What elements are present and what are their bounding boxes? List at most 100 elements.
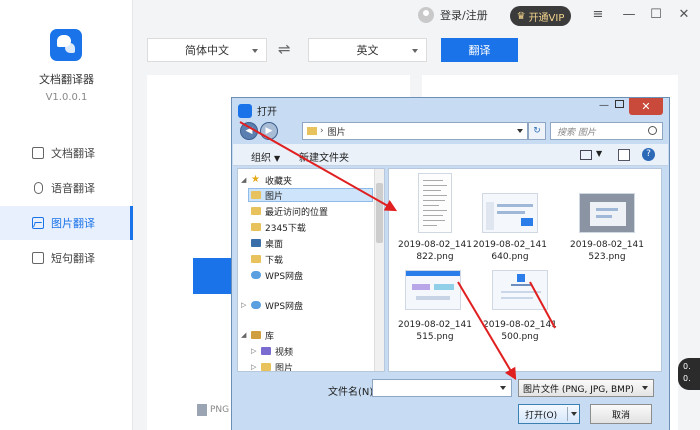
tree-item-wps-cloud[interactable]: WPS网盘 [251, 268, 303, 282]
tree-item-favorites[interactable]: ◢ ★ 收藏夹 [241, 173, 292, 187]
login-label: 登录/注册 [440, 9, 488, 22]
maximize-button[interactable]: ☐ [648, 6, 664, 24]
expand-icon[interactable]: ◢ [241, 176, 249, 184]
file-thumbnail[interactable] [579, 193, 635, 233]
file-type-select[interactable]: 图片文件 (PNG, JPG, BMP) [518, 379, 654, 397]
sidebar-item-sentence-translate[interactable]: 短句翻译 [0, 241, 133, 275]
file-name[interactable]: 2019-08-02_141 640.png [470, 239, 550, 263]
sidebar-item-document-translate[interactable]: 文档翻译 [0, 136, 133, 170]
sidebar-item-image-translate[interactable]: 图片翻译 [0, 206, 133, 240]
source-language-select[interactable]: 简体中文 [147, 38, 267, 62]
back-arrow-icon[interactable]: ◀ [240, 122, 258, 140]
tree-item-label: 视频 [275, 347, 294, 358]
file-type-label: PNG [210, 405, 230, 415]
file-name[interactable]: 2019-08-02_141 523.png [567, 239, 647, 263]
source-language-value: 简体中文 [185, 44, 229, 57]
refresh-icon[interactable]: ↻ [528, 122, 546, 140]
tree-item-videos[interactable]: ▷ 视频 [251, 344, 293, 358]
chevron-down-icon [517, 129, 523, 133]
tree-item-recent[interactable]: 最近访问的位置 [251, 204, 328, 218]
view-dropdown-icon[interactable]: ▼ [596, 149, 602, 158]
app-logo-icon [50, 29, 82, 61]
target-language-select[interactable]: 英文 [308, 38, 427, 62]
menu-button[interactable]: ≡ [590, 6, 606, 24]
tree-item-label: WPS网盘 [265, 301, 304, 312]
side-badge-line: 0. [683, 374, 691, 383]
expand-icon[interactable]: ▷ [241, 301, 249, 309]
image-icon [32, 217, 44, 229]
scrollbar-thumb[interactable] [376, 183, 383, 243]
upload-button[interactable] [193, 258, 233, 294]
tree-item-label: 图片 [275, 363, 294, 372]
tree-scrollbar[interactable] [374, 169, 384, 371]
file-thumbnail[interactable] [405, 270, 461, 310]
organize-menu[interactable]: 组织 ▼ [251, 149, 280, 164]
file-icon [197, 404, 207, 416]
tree-item-label: 下载 [265, 255, 284, 266]
star-icon: ★ [251, 174, 260, 185]
tree-item-libraries[interactable]: ◢ 库 [241, 328, 274, 342]
preview-pane-icon[interactable] [618, 149, 630, 161]
library-icon [251, 331, 261, 339]
tree-item-downloads[interactable]: 下载 [251, 252, 283, 266]
file-list: 2019-08-02_141 822.png 2019-08-02_141 64… [388, 168, 662, 372]
sidebar-item-label: 图片翻译 [51, 217, 95, 230]
expand-icon[interactable]: ▷ [251, 347, 259, 355]
chevron-down-icon[interactable] [567, 407, 579, 421]
address-bar[interactable]: › 图片 [302, 122, 528, 140]
file-name-line: 640.png [491, 252, 529, 262]
folder-icon [261, 363, 271, 371]
file-thumbnail[interactable] [492, 270, 548, 310]
dialog-close-button[interactable]: ✕ [629, 98, 663, 115]
forward-arrow-icon[interactable]: ▶ [260, 122, 278, 140]
side-badge[interactable]: 0. 0. [678, 358, 700, 390]
tree-item-desktop[interactable]: 桌面 [251, 236, 283, 250]
app-logo-icon [238, 103, 252, 118]
dialog-maximize-icon[interactable] [615, 100, 624, 108]
help-icon[interactable]: ? [642, 148, 655, 161]
dialog-minimize-icon[interactable]: — [599, 100, 609, 111]
tree-item-label: 收藏夹 [265, 176, 293, 187]
tree-item-library-pictures[interactable]: ▷ 图片 [251, 360, 294, 372]
tree-item-label: 2345下载 [265, 223, 306, 234]
file-name[interactable]: 2019-08-02_141 822.png [395, 239, 475, 263]
address-path: 图片 [327, 127, 346, 138]
crown-icon: ♛ [516, 10, 526, 22]
avatar-icon [418, 7, 434, 23]
view-options-icon[interactable] [580, 150, 592, 160]
chevron-down-icon[interactable] [500, 386, 506, 390]
tree-item-wps-cloud-root[interactable]: ▷ WPS网盘 [241, 298, 303, 312]
cloud-icon [251, 271, 261, 279]
cancel-button[interactable]: 取消 [590, 404, 652, 424]
file-name-line: 523.png [588, 252, 626, 262]
dialog-toolbar: 组织 ▼ 新建文件夹 ▼ ? [233, 144, 668, 166]
search-input[interactable]: 搜索 图片 [550, 122, 663, 140]
open-button-label: 打开(O) [525, 410, 558, 421]
tree-item-pictures[interactable]: 图片 [248, 188, 373, 202]
cloud-icon [251, 301, 261, 309]
expand-icon[interactable]: ▷ [251, 363, 259, 371]
close-button[interactable]: ✕ [676, 6, 692, 24]
tree-item-2345-downloads[interactable]: 2345下载 [251, 220, 306, 234]
translate-button[interactable]: 翻译 [441, 38, 518, 62]
search-placeholder: 搜索 图片 [557, 127, 596, 138]
file-name[interactable]: 2019-08-02_141 500.png [480, 319, 560, 343]
file-name-line: 500.png [501, 332, 539, 342]
text-icon [32, 252, 44, 264]
sidebar-item-voice-translate[interactable]: 语音翻译 [0, 171, 133, 205]
expand-icon[interactable]: ◢ [241, 331, 249, 339]
login-register-link[interactable]: 登录/注册 [418, 7, 488, 23]
swap-languages-icon[interactable]: ⇌ [278, 40, 291, 58]
file-type-hint: PNG [197, 404, 229, 416]
filename-input[interactable] [372, 379, 512, 397]
vip-button[interactable]: ♛ 开通VIP [510, 6, 571, 26]
folder-icon [251, 191, 261, 199]
new-folder-button[interactable]: 新建文件夹 [299, 149, 349, 164]
file-name[interactable]: 2019-08-02_141 515.png [395, 319, 475, 343]
file-thumbnail[interactable] [482, 193, 538, 233]
open-button[interactable]: 打开(O) [518, 404, 580, 424]
file-thumbnail[interactable] [418, 173, 452, 233]
minimize-button[interactable]: — [621, 6, 637, 24]
sidebar-item-label: 文档翻译 [51, 147, 95, 160]
folder-icon [251, 255, 261, 263]
